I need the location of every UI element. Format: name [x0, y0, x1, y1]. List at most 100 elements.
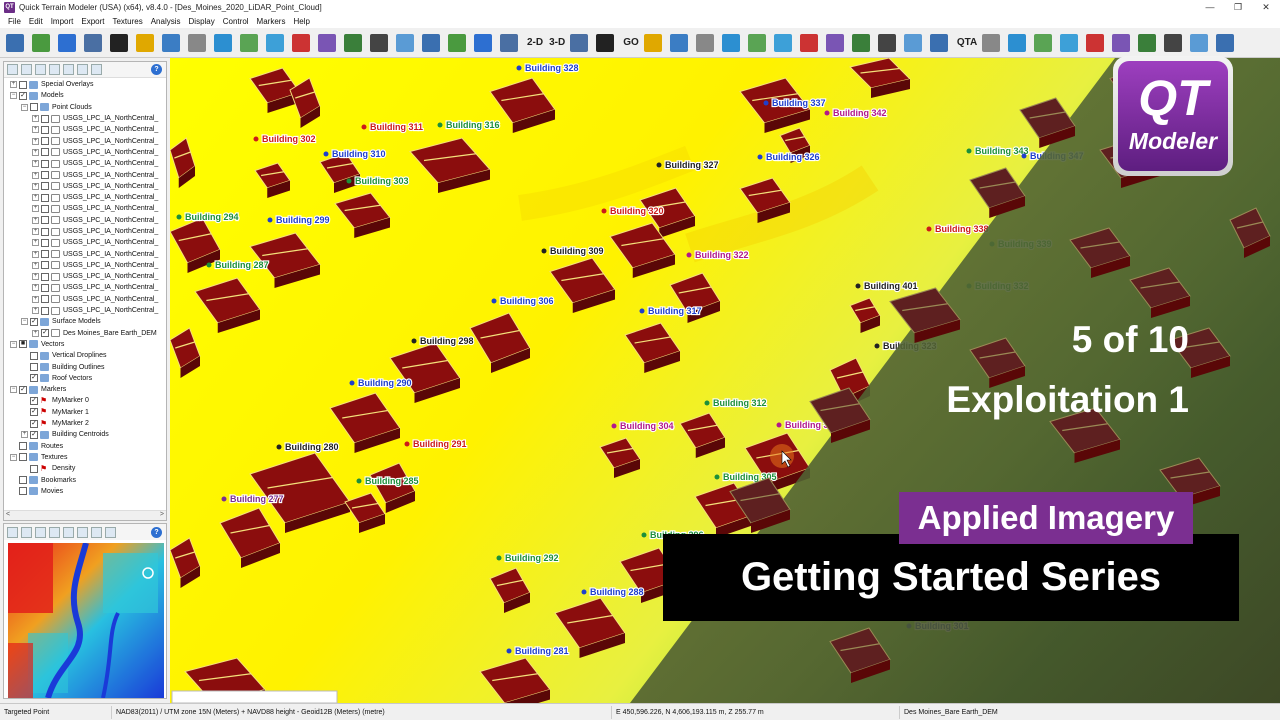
scroll-right-arrow-icon[interactable]: > — [160, 511, 164, 520]
tree-item[interactable]: + USGS_LPC_IA_NorthCentral_ — [4, 237, 166, 248]
marker-pin-icon[interactable] — [611, 423, 617, 429]
toolbar-tool-icon[interactable] — [498, 32, 520, 54]
visibility-checkbox[interactable]: ✓ — [30, 396, 38, 405]
toolbar-tool-icon[interactable] — [1032, 32, 1054, 54]
visibility-checkbox[interactable] — [41, 295, 49, 304]
menu-display[interactable]: Display — [185, 17, 219, 26]
expand-icon[interactable]: + — [32, 205, 39, 213]
toolbar-tool-icon[interactable] — [746, 32, 768, 54]
building-label[interactable]: Building 326 — [765, 151, 821, 163]
toolbar-tool-icon[interactable] — [316, 32, 338, 54]
toolbar-tool-icon[interactable] — [212, 32, 234, 54]
toolbar-tool-icon[interactable] — [420, 32, 442, 54]
expand-icon[interactable]: + — [32, 160, 39, 168]
marker-pin-icon[interactable] — [581, 589, 587, 595]
overview-tool-icon[interactable] — [105, 526, 116, 538]
help-icon[interactable]: ? — [151, 526, 162, 538]
toolbar-tool-icon[interactable] — [642, 32, 664, 54]
marker-pin-icon[interactable] — [361, 124, 367, 130]
expand-icon[interactable]: + — [32, 216, 39, 224]
building-label[interactable]: Building 306 — [499, 295, 555, 307]
overview-tool-icon[interactable] — [49, 526, 60, 538]
collapse-icon[interactable]: − — [21, 103, 28, 111]
toolbar-tool-icon[interactable] — [720, 32, 742, 54]
marker-pin-icon[interactable] — [356, 478, 362, 484]
tree-horizontal-scrollbar[interactable]: < > — [4, 510, 166, 520]
visibility-checkbox[interactable]: ✓ — [19, 91, 27, 100]
visibility-checkbox[interactable]: ✓ — [19, 385, 27, 394]
marker-pin-icon[interactable] — [496, 555, 502, 561]
tree-item[interactable]: + USGS_LPC_IA_NorthCentral_ — [4, 260, 166, 271]
qta-button[interactable]: QTA — [954, 37, 980, 48]
building-label[interactable]: Building 291 — [412, 438, 468, 450]
marker-pin-icon[interactable] — [206, 262, 212, 268]
visibility-checkbox[interactable] — [19, 80, 27, 89]
expand-icon[interactable]: + — [32, 137, 39, 145]
toolbar-tool-icon[interactable] — [82, 32, 104, 54]
visibility-checkbox[interactable]: ✓ — [30, 419, 38, 428]
visibility-checkbox[interactable] — [41, 204, 49, 213]
visibility-checkbox[interactable] — [41, 283, 49, 292]
menu-file[interactable]: File — [4, 17, 25, 26]
close-button[interactable]: ✕ — [1252, 0, 1280, 14]
tree-item[interactable]: + USGS_LPC_IA_NorthCentral_ — [4, 181, 166, 192]
expand-icon[interactable]: + — [32, 261, 39, 269]
visibility-checkbox[interactable] — [41, 137, 49, 146]
marker-pin-icon[interactable] — [346, 178, 352, 184]
tree-item[interactable]: Building Outlines — [4, 361, 166, 372]
tree-item[interactable]: Vertical Droplines — [4, 350, 166, 361]
toolbar-tool-icon[interactable] — [186, 32, 208, 54]
tree-item[interactable]: + USGS_LPC_IA_NorthCentral_ — [4, 305, 166, 316]
expand-icon[interactable]: + — [32, 194, 39, 202]
expand-icon[interactable]: + — [21, 431, 28, 439]
toolbar-tool-icon[interactable] — [56, 32, 78, 54]
expand-icon[interactable]: + — [32, 307, 39, 315]
building-label[interactable]: Building 316 — [445, 119, 501, 131]
visibility-checkbox[interactable] — [41, 114, 49, 123]
marker-pin-icon[interactable] — [601, 208, 607, 214]
toolbar-tool-icon[interactable] — [980, 32, 1002, 54]
toolbar-tool-icon[interactable] — [928, 32, 950, 54]
tree-item[interactable]: − ✓ Surface Models — [4, 316, 166, 327]
marker-pin-icon[interactable] — [349, 380, 355, 386]
tree-item[interactable]: Bookmarks — [4, 474, 166, 485]
collapse-icon[interactable]: − — [10, 453, 17, 461]
tree-tool-icon[interactable] — [49, 64, 60, 75]
marker-pin-icon[interactable] — [1021, 153, 1027, 159]
toolbar-tool-icon[interactable] — [1188, 32, 1210, 54]
building-label[interactable]: Building 337 — [771, 97, 827, 109]
visibility-checkbox[interactable]: ■ — [19, 340, 27, 349]
scroll-left-arrow-icon[interactable]: < — [6, 511, 10, 520]
expand-icon[interactable]: + — [32, 126, 39, 134]
menu-help[interactable]: Help — [289, 17, 313, 26]
building-label[interactable]: Building 327 — [664, 159, 720, 171]
visibility-checkbox[interactable] — [19, 487, 27, 496]
marker-pin-icon[interactable] — [926, 226, 932, 232]
minimize-button[interactable]: — — [1196, 0, 1224, 14]
toolbar-tool-icon[interactable] — [238, 32, 260, 54]
marker-pin-icon[interactable] — [874, 343, 880, 349]
visibility-checkbox[interactable]: ✓ — [30, 317, 38, 326]
overview-tool-icon[interactable] — [63, 526, 74, 538]
marker-pin-icon[interactable] — [267, 217, 273, 223]
visibility-checkbox[interactable] — [41, 272, 49, 281]
visibility-checkbox[interactable]: ✓ — [30, 374, 38, 383]
marker-pin-icon[interactable] — [323, 151, 329, 157]
visibility-checkbox[interactable] — [41, 238, 49, 247]
overview-minimap[interactable] — [8, 543, 164, 698]
marker-pin-icon[interactable] — [491, 298, 497, 304]
marker-pin-icon[interactable] — [404, 441, 410, 447]
marker-pin-icon[interactable] — [855, 283, 861, 289]
tree-item[interactable]: − ■ Vectors — [4, 339, 166, 350]
building-label[interactable]: Building 342 — [832, 107, 888, 119]
building-label[interactable]: Building 312 — [712, 397, 768, 409]
tree-item[interactable]: ⚑ Density — [4, 463, 166, 474]
marker-pin-icon[interactable] — [506, 648, 512, 654]
toolbar-tool-icon[interactable] — [824, 32, 846, 54]
menu-import[interactable]: Import — [47, 17, 78, 26]
toolbar-tool-icon[interactable] — [902, 32, 924, 54]
building-label[interactable]: Building 288 — [589, 586, 645, 598]
building-label[interactable]: Building 343 — [974, 145, 1030, 157]
marker-pin-icon[interactable] — [824, 110, 830, 116]
expand-icon[interactable]: + — [32, 250, 39, 258]
